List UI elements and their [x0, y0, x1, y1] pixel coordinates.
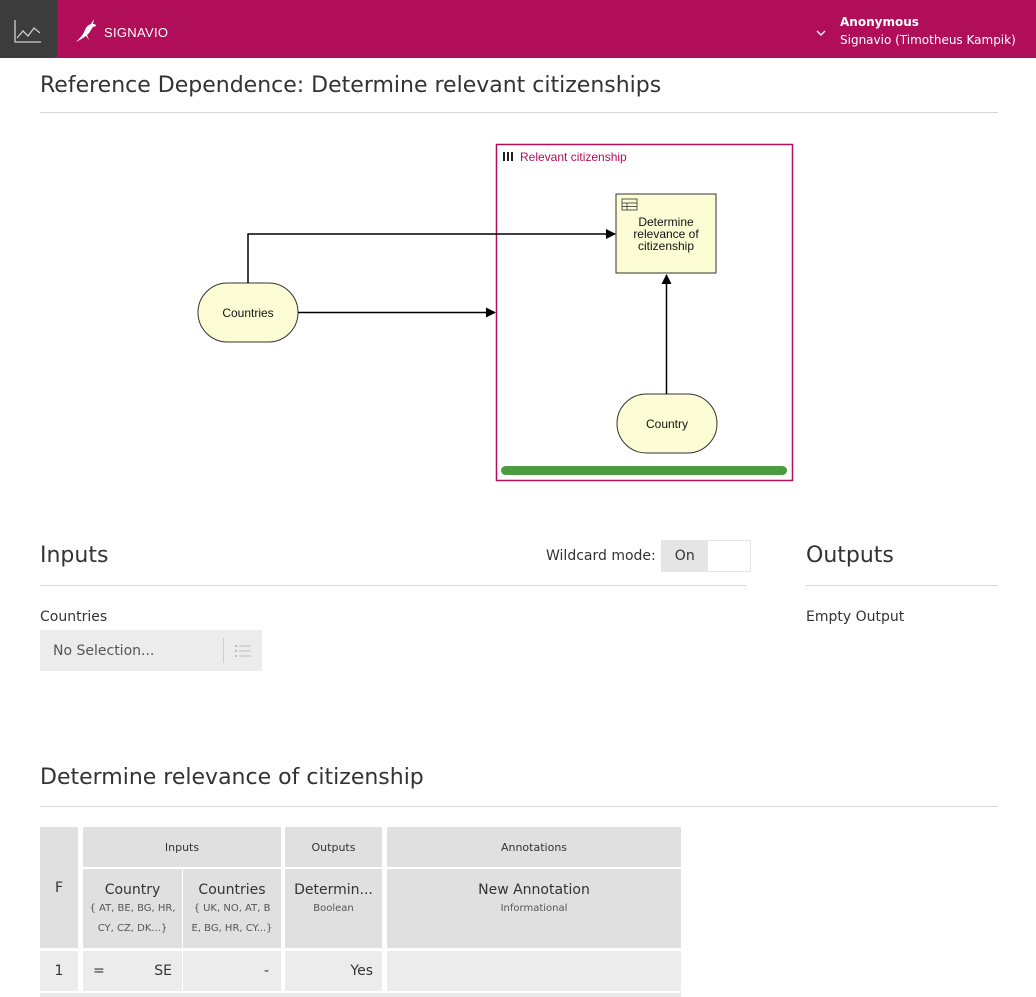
chart-icon[interactable] [0, 0, 57, 58]
column-values: CY, CZ, DK...} [97, 923, 168, 934]
empty-output-text: Empty Output [806, 609, 905, 625]
inputs-title: Inputs [40, 543, 109, 568]
service-icon [503, 152, 513, 161]
column-type: Informational [500, 903, 568, 914]
input-country-label: Country [646, 417, 688, 431]
column-type: Boolean [313, 903, 354, 914]
table-cell-annotation[interactable] [387, 951, 681, 991]
decision-diagram: Relevant citizenship Determine relevance… [0, 120, 1036, 500]
decision-table: F Inputs Outputs Annotations Country { A… [40, 827, 681, 997]
table-title-divider [40, 806, 998, 807]
select-placeholder: No Selection... [53, 642, 155, 659]
brand-name: SIGNAVIO [104, 24, 169, 40]
column-header-countries[interactable]: Countries { UK, NO, AT, B E, BG, HR, CY.… [183, 869, 281, 948]
input-data-countries[interactable]: Countries [197, 282, 299, 343]
decision-node[interactable]: Determine relevance of citizenship [615, 193, 717, 274]
column-values: { UK, NO, AT, B [193, 903, 271, 914]
column-header-annotation[interactable]: New Annotation Informational [387, 869, 681, 948]
signavio-logo [74, 16, 98, 48]
wildcard-toggle-on[interactable]: On [661, 541, 708, 571]
column-name: Countries [198, 882, 266, 898]
user-name: Anonymous [840, 15, 919, 29]
decision-table-title: Determine relevance of citizenship [40, 765, 424, 790]
service-progress-bar [501, 466, 787, 475]
page-title: Reference Dependence: Determine relevant… [40, 73, 662, 98]
input-data-country[interactable]: Country [616, 393, 718, 454]
outputs-group-header: Outputs [285, 827, 382, 867]
wildcard-toggle[interactable]: On [660, 540, 751, 572]
user-org: Signavio (Timotheus Kampik) [840, 33, 1016, 47]
decision-label-line-3: citizenship [638, 239, 694, 253]
cell-value: SE [154, 963, 172, 979]
outputs-divider [806, 585, 998, 586]
input-countries-label: Countries [222, 306, 273, 320]
column-values: { AT, BE, BG, HR, [89, 903, 176, 914]
countries-field-label: Countries [40, 609, 108, 625]
service-label: Relevant citizenship [520, 150, 627, 164]
column-name: Country [104, 882, 161, 898]
list-icon[interactable] [224, 630, 262, 671]
column-name: Determin... [294, 882, 373, 898]
user-menu[interactable]: Anonymous Signavio (Timotheus Kampik) [816, 13, 1016, 49]
cell-operator: = [93, 963, 105, 979]
wildcard-mode: Wildcard mode: On [546, 540, 751, 572]
column-values: E, BG, HR, CY...} [191, 923, 273, 934]
table-cell-country[interactable]: = SE [83, 951, 182, 991]
countries-select[interactable]: No Selection... [40, 630, 262, 671]
annotations-group-header: Annotations [387, 827, 681, 867]
wildcard-label: Wildcard mode: [546, 548, 656, 564]
wildcard-toggle-off[interactable] [707, 541, 750, 571]
column-name: New Annotation [478, 882, 590, 898]
title-divider [40, 112, 998, 113]
column-header-output[interactable]: Determin... Boolean [285, 869, 382, 948]
inputs-group-header: Inputs [83, 827, 281, 867]
outputs-title: Outputs [806, 543, 894, 568]
table-cell-countries[interactable]: - [183, 951, 281, 991]
chevron-down-icon[interactable] [816, 22, 826, 41]
brand[interactable]: SIGNAVIO [74, 16, 168, 48]
table-cell-output[interactable]: Yes [285, 951, 382, 991]
hit-policy-cell[interactable]: F [40, 827, 78, 948]
top-bar: SIGNAVIO Anonymous Signavio (Timotheus K… [0, 0, 1036, 58]
row-index[interactable]: 1 [40, 951, 78, 991]
column-header-country[interactable]: Country { AT, BE, BG, HR, CY, CZ, DK...} [83, 869, 182, 948]
inputs-divider [40, 585, 746, 586]
table-row [40, 993, 681, 997]
